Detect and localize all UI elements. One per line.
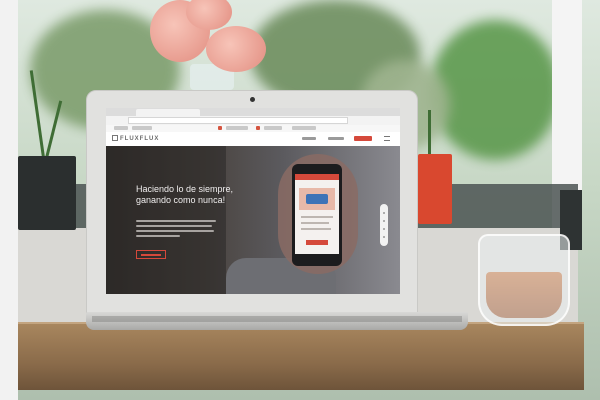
phone-promo-image xyxy=(306,194,328,204)
nav-link[interactable] xyxy=(302,137,316,140)
wooden-desk xyxy=(18,324,584,390)
slide-indicator[interactable] xyxy=(380,204,388,246)
browser-tab-active[interactable] xyxy=(136,109,200,116)
slide-dot[interactable] xyxy=(383,212,385,214)
body-text-line xyxy=(136,230,214,232)
slide-dot[interactable] xyxy=(383,228,385,230)
slide-dot[interactable] xyxy=(383,236,385,238)
bookmark-item[interactable] xyxy=(292,126,316,130)
bookmark-item[interactable] xyxy=(218,126,222,130)
site-logo[interactable]: FLUXFLUX xyxy=(112,135,159,142)
bookmark-item[interactable] xyxy=(226,126,248,130)
webcam-icon xyxy=(250,97,255,102)
hero-cta-label xyxy=(141,254,161,256)
phone-text-line xyxy=(301,216,333,218)
tea-glass xyxy=(478,234,570,326)
plant-pot-red xyxy=(418,154,452,224)
plant-stem xyxy=(428,110,431,156)
slide-dot[interactable] xyxy=(383,220,385,222)
phone-text-line xyxy=(301,222,329,224)
foliage-blur xyxy=(430,20,560,160)
body-text-line xyxy=(136,220,216,222)
bookmark-item[interactable] xyxy=(114,126,128,130)
laptop-screen: FLUXFLUX Haciendo lo de siempre, ganando… xyxy=(106,108,400,294)
body-text-line xyxy=(136,235,180,237)
window-frame-left xyxy=(0,0,18,400)
bookmark-item[interactable] xyxy=(132,126,152,130)
hamburger-menu-icon[interactable] xyxy=(384,136,390,141)
laptop-keyboard-shadow xyxy=(92,316,462,322)
bookmark-item[interactable] xyxy=(264,126,282,130)
phone-text-line xyxy=(301,228,331,230)
bookmark-item[interactable] xyxy=(256,126,260,130)
rose-flower xyxy=(206,26,266,72)
phone-app-header xyxy=(295,174,339,180)
nav-link[interactable] xyxy=(328,137,344,140)
address-bar[interactable] xyxy=(128,117,348,124)
plant-pot-left xyxy=(18,156,76,230)
site-logo-text: FLUXFLUX xyxy=(120,136,160,142)
body-text-line xyxy=(136,225,212,227)
hero-title: Haciendo lo de siempre, ganando como nun… xyxy=(136,184,234,205)
photo-scene: FLUXFLUX Haciendo lo de siempre, ganando… xyxy=(0,0,600,400)
square-logo-mark-icon xyxy=(112,135,118,141)
hero-body-text xyxy=(136,220,216,240)
hero-cta-button[interactable] xyxy=(136,250,166,259)
phone-cta-button xyxy=(306,240,328,245)
nav-cta-button[interactable] xyxy=(354,136,372,141)
